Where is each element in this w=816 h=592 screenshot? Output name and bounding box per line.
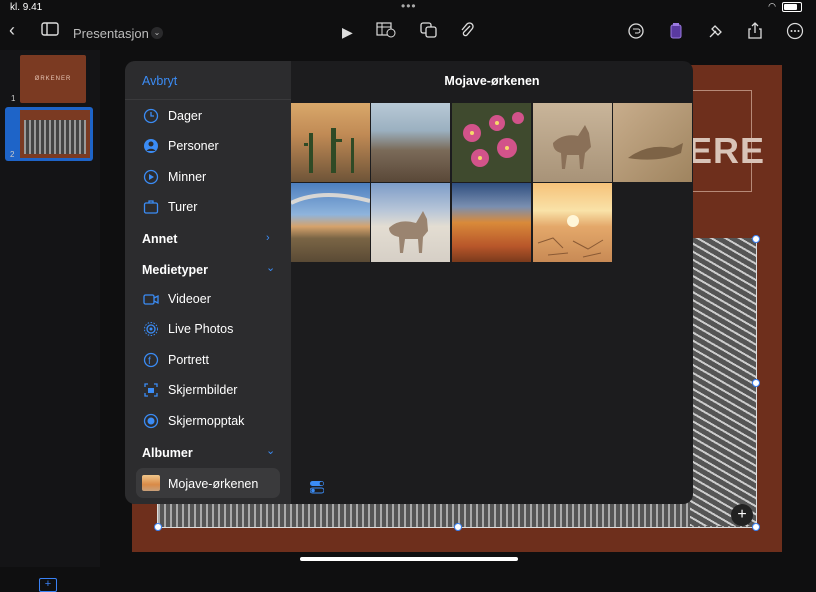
sidebar-item-label: Videoer (168, 292, 211, 306)
cactus-flowers-photo[interactable] (452, 103, 531, 182)
section-annet[interactable]: Annet (142, 232, 177, 246)
picker-sidebar: Avbryt Dager Personer Minner Turer Annet… (125, 61, 291, 504)
sidebar-item-label: Personer (168, 139, 219, 153)
back-chevron-icon[interactable]: ‹ (9, 20, 15, 41)
sidebar-item-skjermbilder[interactable]: Skjermbilder (125, 377, 291, 405)
resize-handle[interactable] (154, 523, 162, 531)
add-media-button[interactable]: + (731, 504, 753, 526)
album-title: Mojave-ørkenen (444, 74, 540, 88)
cracked-earth-sunset-photo[interactable] (533, 183, 612, 262)
coyote-salt-flat-photo[interactable] (371, 183, 450, 262)
table-icon[interactable] (376, 22, 396, 43)
sidebar-item-portrett[interactable]: f Portrett (125, 347, 291, 375)
lizard-photo[interactable] (613, 103, 692, 182)
toggle-options-icon[interactable] (309, 480, 325, 494)
play-icon[interactable]: ▶ (342, 24, 353, 41)
sidebar-item-label: Turer (168, 200, 198, 214)
status-right: ◠ (768, 1, 802, 12)
sidebar-item-live-photos[interactable]: Live Photos (125, 316, 291, 344)
sidebar-item-label: Skjermbilder (168, 383, 238, 397)
person-icon (143, 138, 159, 154)
live-photo-icon (143, 321, 159, 337)
photo-picker-popover: Avbryt Dager Personer Minner Turer Annet… (125, 61, 693, 504)
chevron-down-icon[interactable]: ⌄ (151, 27, 163, 39)
battery-icon (782, 1, 802, 12)
slide-navigator: ØRKENER 1 2 + (0, 50, 100, 592)
slide-number-1: 1 (11, 94, 16, 103)
sidebar-item-label: Live Photos (168, 322, 234, 336)
resize-handle[interactable] (752, 523, 760, 531)
orange-hills-photo[interactable] (452, 183, 531, 262)
sidebar-item-label: Dager (168, 109, 203, 123)
sidebar-item-label: Skjermopptak (168, 414, 245, 428)
section-albumer[interactable]: Albumer (142, 446, 193, 460)
chevron-right-icon[interactable]: › (266, 232, 270, 244)
album-thumbnail (142, 475, 160, 491)
resize-handle[interactable] (752, 379, 760, 387)
shapes-icon[interactable] (420, 22, 438, 43)
resize-handle[interactable] (454, 523, 462, 531)
wifi-icon: ◠ (768, 1, 776, 11)
sidebar-item-skjermopptak[interactable]: Skjermopptak (125, 408, 291, 436)
section-medietyper[interactable]: Medietyper (142, 263, 208, 277)
memories-icon (143, 169, 159, 185)
chevron-down-icon[interactable]: ⌄ (266, 261, 275, 274)
saguaro-sunset-photo[interactable] (291, 103, 370, 182)
sketch-image-detail (690, 238, 756, 526)
undo-icon[interactable] (627, 22, 645, 45)
screen-recording-icon (143, 413, 159, 429)
sidebar-item-minner[interactable]: Minner (125, 164, 291, 192)
sidebar-item-dager[interactable]: Dager (125, 103, 291, 131)
sidebar-item-videoer[interactable]: Videoer (125, 286, 291, 314)
status-bar: kl. 9.41 ••• ◠ (0, 0, 816, 14)
video-icon (143, 291, 159, 307)
status-time: kl. 9.41 (10, 2, 43, 13)
portrait-icon: f (143, 352, 159, 368)
sidebar-icon[interactable] (41, 22, 59, 41)
coyote-rocks-photo[interactable] (533, 103, 612, 182)
desert-sky-photo[interactable] (290, 183, 371, 262)
svg-text:f: f (148, 356, 151, 367)
slide-number-2: 2 (10, 150, 15, 159)
clock-icon (143, 108, 159, 124)
suitcase-icon (143, 199, 159, 215)
sidebar-item-label: Portrett (168, 353, 209, 367)
share-icon[interactable] (747, 22, 763, 45)
paperclip-icon[interactable] (460, 22, 474, 43)
add-slide-button[interactable]: + (39, 578, 57, 592)
slide-thumbnail-2[interactable]: 2 (5, 107, 93, 161)
cancel-button[interactable]: Avbryt (142, 74, 177, 88)
resize-handle[interactable] (752, 235, 760, 243)
more-icon[interactable] (786, 22, 804, 45)
document-title[interactable]: Presentasjon (73, 26, 149, 41)
slide-title-text[interactable]: ERE (688, 130, 765, 172)
multitasking-dots[interactable]: ••• (401, 0, 417, 13)
screenshot-icon (143, 382, 159, 398)
slide-thumbnail-text: ØRKENER (34, 76, 72, 82)
chevron-down-icon[interactable]: ⌄ (266, 444, 275, 457)
sidebar-item-label: Minner (168, 170, 207, 184)
picker-sidebar-header: Avbryt (125, 61, 291, 100)
home-indicator (300, 557, 518, 561)
sidebar-item-turer[interactable]: Turer (125, 194, 291, 222)
sidebar-item-personer[interactable]: Personer (125, 133, 291, 161)
valley-overlook-photo[interactable] (371, 103, 450, 182)
toolbar: ‹ Presentasjon ⌄ ▶ (0, 18, 816, 48)
brush-icon[interactable] (707, 22, 725, 45)
slide-thumbnail-1[interactable]: ØRKENER (20, 55, 86, 103)
sidebar-item-label: Mojave-ørkenen (168, 477, 259, 491)
format-icon[interactable] (668, 22, 684, 45)
